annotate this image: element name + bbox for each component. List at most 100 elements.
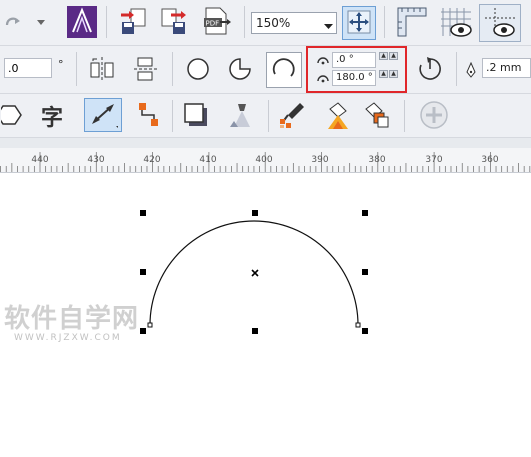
export-button[interactable] [158, 6, 190, 38]
show-guidelines-button[interactable] [479, 4, 521, 42]
pie-button[interactable] [224, 54, 256, 86]
export-icon [159, 6, 189, 39]
fill-tool-button[interactable] [322, 100, 354, 132]
separator [404, 100, 405, 132]
selection-handle [140, 328, 146, 334]
separator [384, 6, 385, 38]
selection-handle [140, 269, 146, 275]
start-angle-up[interactable]: ▲ [379, 52, 388, 60]
selection-handle [252, 210, 258, 216]
polygon-tool-button[interactable] [0, 100, 24, 132]
end-angle-up[interactable]: ▲ [379, 70, 388, 78]
paint-bucket-icon [324, 101, 352, 132]
ellipse-button[interactable] [182, 54, 214, 86]
ruler-icon [396, 6, 428, 41]
smart-fill-tool-button[interactable] [360, 100, 392, 132]
text-tool-button[interactable]: 字 [36, 100, 68, 132]
selection-handle [252, 328, 258, 334]
zoom-value: 150% [256, 16, 291, 30]
selection-handle [362, 328, 368, 334]
end-angle-down[interactable]: ▲ [389, 70, 398, 78]
pie-icon [227, 56, 253, 85]
watermark-url: WWW.RJZXW.COM [14, 333, 122, 343]
import-button[interactable] [118, 6, 150, 38]
transparency-tool-button[interactable] [226, 100, 258, 132]
dimension-tool-button[interactable] [84, 98, 122, 132]
ruler-label: 360 [481, 155, 499, 165]
application-launcher-button[interactable] [66, 5, 98, 41]
ellipse-icon [185, 56, 211, 85]
publish-pdf-button[interactable]: PDF [200, 6, 232, 38]
separator [268, 100, 269, 132]
drop-shadow-icon [182, 101, 210, 132]
pan-tool-button[interactable] [342, 6, 376, 40]
separator [456, 52, 457, 86]
ruler-label: 370 [425, 155, 443, 165]
start-angle-icon [316, 54, 330, 69]
start-angle-down[interactable]: ▲ [389, 52, 398, 60]
drop-shadow-tool-button[interactable] [180, 100, 212, 132]
guidelines-eye-icon [483, 6, 517, 41]
property-bar: ° .0 ° ▲ ▲ 180.0 ° ▲ ▲ .2 mm [0, 46, 531, 94]
outline-pen-icon [465, 61, 477, 81]
selection-handle [140, 210, 146, 216]
mirror-horizontal-button[interactable] [86, 54, 118, 86]
end-angle-icon [316, 72, 330, 87]
move-arrows-icon [346, 9, 372, 38]
arc-button[interactable] [266, 52, 302, 88]
ruler-label: 410 [199, 155, 217, 165]
separator [172, 52, 173, 86]
dimension-icon [88, 100, 122, 132]
eyedropper-tool-button[interactable] [276, 100, 308, 132]
arc-icon [271, 56, 297, 85]
chevron-down-icon [37, 16, 45, 29]
rotate-direction-icon [416, 55, 444, 86]
redo-button[interactable] [2, 6, 24, 38]
connector-icon [134, 101, 162, 132]
standard-toolbar: PDF 150% [0, 0, 531, 46]
selection-handle [362, 210, 368, 216]
redo-arrow-icon [3, 12, 23, 33]
corel-app-icon [67, 5, 97, 41]
add-tool-button[interactable] [418, 100, 450, 132]
arc-start-node [147, 322, 153, 328]
mirror-horizontal-icon [88, 55, 116, 86]
end-angle-field[interactable]: 180.0 ° [332, 70, 376, 86]
watermark-text: 软件自学网 [4, 304, 140, 334]
separator [106, 6, 107, 38]
ruler-label: 440 [31, 155, 49, 165]
plus-icon [419, 100, 449, 133]
center-mark [251, 269, 259, 277]
text-tool-icon: 字 [40, 106, 63, 131]
rotation-angle-field[interactable] [4, 58, 52, 78]
ruler-label: 430 [87, 155, 105, 165]
selection-handle [362, 269, 368, 275]
import-icon [119, 6, 149, 39]
zoom-level-select[interactable]: 150% [251, 12, 337, 34]
separator [172, 100, 173, 132]
chevron-down-icon [324, 20, 333, 33]
ruler-label: 390 [311, 155, 329, 165]
eyedropper-icon [278, 101, 306, 132]
transparency-icon [228, 101, 256, 132]
degree-unit-label: ° [58, 58, 64, 71]
show-rulers-button[interactable] [392, 4, 432, 42]
change-direction-button[interactable] [414, 54, 446, 86]
mirror-vertical-icon [132, 55, 160, 86]
show-grid-button[interactable] [436, 4, 476, 42]
ruler-label: 420 [143, 155, 161, 165]
connector-tool-button[interactable] [132, 100, 164, 132]
mirror-vertical-button[interactable] [130, 54, 162, 86]
pdf-icon: PDF [200, 6, 232, 39]
hexagon-icon [0, 104, 23, 129]
svg-text:PDF: PDF [206, 19, 220, 27]
redo-dropdown[interactable] [34, 6, 48, 38]
ruler-band [0, 138, 531, 148]
grid-eye-icon [439, 6, 473, 41]
outline-width-field[interactable]: .2 mm [482, 58, 531, 78]
ruler-label: 400 [255, 155, 273, 165]
separator [76, 52, 77, 86]
start-angle-field[interactable]: .0 ° [332, 52, 376, 68]
separator [244, 6, 245, 38]
toolbox-row: 字 [0, 94, 531, 138]
